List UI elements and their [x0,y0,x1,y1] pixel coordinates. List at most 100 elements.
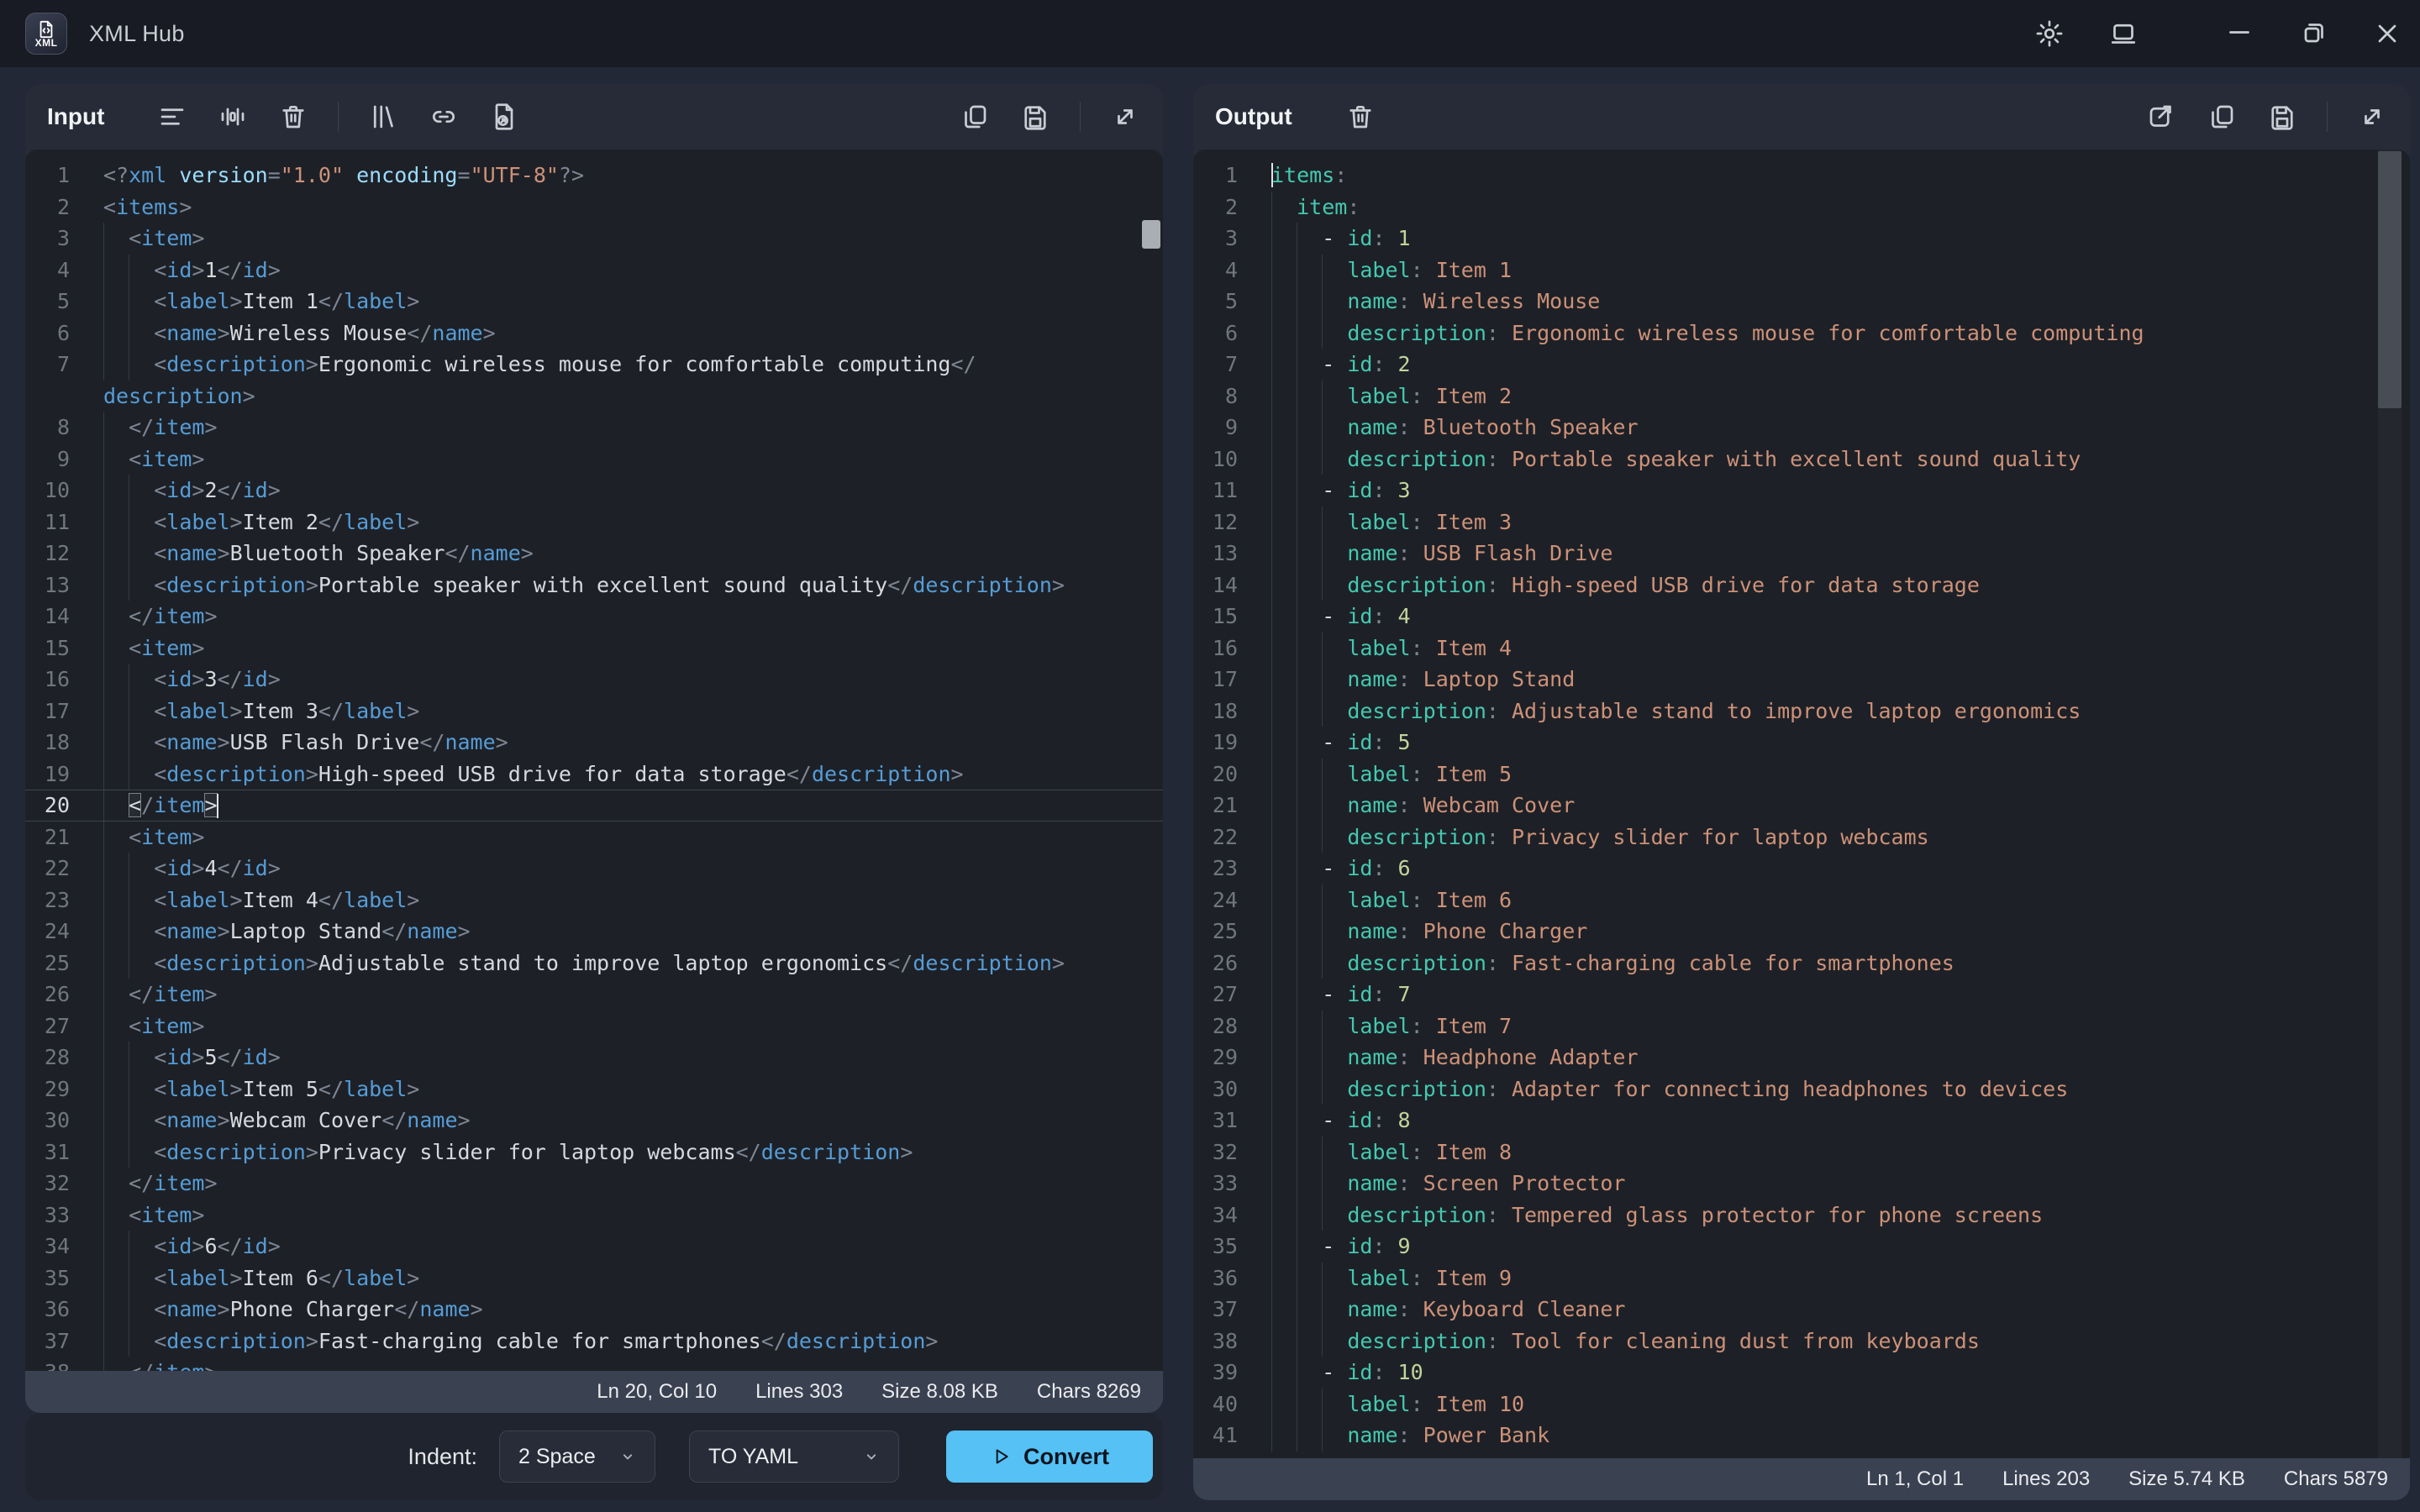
clear-output-button[interactable] [1344,101,1376,133]
format-button[interactable] [156,101,188,133]
target-format-select[interactable]: TO YAML [689,1431,899,1483]
code-line[interactable]: 9 name: Bluetooth Speaker [1193,412,2410,444]
code-line[interactable]: 12 label: Item 3 [1193,507,2410,538]
code-line[interactable]: 35 - id: 9 [1193,1231,2410,1263]
code-line[interactable]: 13 <description>Portable speaker with ex… [25,570,1163,601]
copy-input-button[interactable] [959,101,991,133]
maximize-button[interactable] [2297,18,2329,50]
code-line[interactable]: 17 name: Laptop Stand [1193,664,2410,696]
code-line[interactable]: 19 - id: 5 [1193,727,2410,759]
expand-output-button[interactable] [2356,101,2388,133]
code-line[interactable]: 16 label: Item 4 [1193,633,2410,664]
code-line[interactable]: 37 name: Keyboard Cleaner [1193,1294,2410,1326]
minify-button[interactable] [217,101,249,133]
code-line[interactable]: 1items: [1193,160,2410,192]
share-output-button[interactable] [2145,101,2177,133]
code-line[interactable]: 6 <name>Wireless Mouse</name> [25,318,1163,349]
code-line[interactable]: 15 <item> [25,633,1163,664]
code-line[interactable]: 32 label: Item 8 [1193,1137,2410,1168]
code-line[interactable]: 41 name: Power Bank [1193,1420,2410,1452]
code-line[interactable]: 33 <item> [25,1200,1163,1231]
code-line[interactable]: 23 <label>Item 4</label> [25,885,1163,916]
code-line[interactable]: 4 <id>1</id> [25,255,1163,286]
code-line[interactable]: 8 </item> [25,412,1163,444]
close-button[interactable] [2371,18,2403,50]
code-line[interactable]: 30 <name>Webcam Cover</name> [25,1105,1163,1137]
code-line[interactable]: 36 label: Item 9 [1193,1263,2410,1294]
code-line[interactable]: 22 <id>4</id> [25,853,1163,885]
code-line[interactable]: 25 <description>Adjustable stand to impr… [25,948,1163,979]
code-line[interactable]: 18 description: Adjustable stand to impr… [1193,696,2410,727]
code-line[interactable]: 20 label: Item 5 [1193,759,2410,790]
code-line[interactable]: 4 label: Item 1 [1193,255,2410,286]
code-line[interactable]: 20 </item> [25,790,1163,822]
code-line[interactable]: 24 <name>Laptop Stand</name> [25,916,1163,948]
code-line[interactable]: 38 description: Tool for cleaning dust f… [1193,1326,2410,1357]
code-line[interactable]: 14 </item> [25,601,1163,633]
code-line[interactable]: 37 <description>Fast-charging cable for … [25,1326,1163,1357]
code-line[interactable]: 39 - id: 10 [1193,1357,2410,1389]
display-mode-button[interactable] [2107,18,2139,50]
code-line[interactable]: 6 description: Ergonomic wireless mouse … [1193,318,2410,349]
code-line[interactable]: 29 <label>Item 5</label> [25,1074,1163,1105]
convert-button[interactable]: Convert [946,1431,1153,1483]
code-line[interactable]: 14 description: High-speed USB drive for… [1193,570,2410,601]
code-line[interactable]: 11 <label>Item 2</label> [25,507,1163,538]
code-line[interactable]: 7 <description>Ergonomic wireless mouse … [25,349,1163,381]
code-line[interactable]: 10 description: Portable speaker with ex… [1193,444,2410,475]
code-line[interactable]: 11 - id: 3 [1193,475,2410,507]
save-output-button[interactable] [2266,101,2298,133]
code-line[interactable]: 12 <name>Bluetooth Speaker</name> [25,538,1163,570]
code-line[interactable]: 34 <id>6</id> [25,1231,1163,1263]
clear-input-button[interactable] [277,101,309,133]
code-line[interactable]: 3 <item> [25,223,1163,255]
code-line[interactable]: 5 <label>Item 1</label> [25,286,1163,318]
code-line[interactable]: 30 description: Adapter for connecting h… [1193,1074,2410,1105]
code-line[interactable]: 10 <id>2</id> [25,475,1163,507]
minimize-button[interactable] [2223,18,2255,50]
code-line[interactable]: 26 description: Fast-charging cable for … [1193,948,2410,979]
code-line[interactable]: 28 <id>5</id> [25,1042,1163,1074]
save-input-button[interactable] [1019,101,1051,133]
code-line[interactable]: 34 description: Tempered glass protector… [1193,1200,2410,1231]
code-line[interactable]: 36 <name>Phone Charger</name> [25,1294,1163,1326]
code-line[interactable]: description> [25,381,1163,412]
copy-output-button[interactable] [2206,101,2238,133]
code-line[interactable]: 32 </item> [25,1168,1163,1200]
code-line[interactable]: 2<items> [25,192,1163,223]
code-line[interactable]: 17 <label>Item 3</label> [25,696,1163,727]
settings-button[interactable] [2033,18,2065,50]
code-line[interactable]: 25 name: Phone Charger [1193,916,2410,948]
code-line[interactable]: 22 description: Privacy slider for lapto… [1193,822,2410,853]
code-line[interactable]: 5 name: Wireless Mouse [1193,286,2410,318]
code-line[interactable]: 27 - id: 7 [1193,979,2410,1011]
code-line[interactable]: 33 name: Screen Protector [1193,1168,2410,1200]
code-line[interactable]: 26 </item> [25,979,1163,1011]
input-code-editor[interactable]: 1<?xml version="1.0" encoding="UTF-8"?>2… [25,150,1163,1371]
indent-select[interactable]: 2 Space [499,1431,655,1483]
code-line[interactable]: 7 - id: 2 [1193,349,2410,381]
code-line[interactable]: 38 </item> [25,1357,1163,1371]
code-line[interactable]: 1<?xml version="1.0" encoding="UTF-8"?> [25,160,1163,192]
code-line[interactable]: 21 <item> [25,822,1163,853]
expand-input-button[interactable] [1109,101,1141,133]
code-line[interactable]: 31 - id: 8 [1193,1105,2410,1137]
code-line[interactable]: 40 label: Item 10 [1193,1389,2410,1420]
load-file-button[interactable] [488,101,520,133]
code-line[interactable]: 24 label: Item 6 [1193,885,2410,916]
code-line[interactable]: 8 label: Item 2 [1193,381,2410,412]
output-code-editor[interactable]: 1items:2 item:3 - id: 14 label: Item 15 … [1193,150,2410,1458]
code-line[interactable]: 31 <description>Privacy slider for lapto… [25,1137,1163,1168]
code-line[interactable]: 29 name: Headphone Adapter [1193,1042,2410,1074]
code-line[interactable]: 21 name: Webcam Cover [1193,790,2410,822]
code-line[interactable]: 9 <item> [25,444,1163,475]
code-line[interactable]: 35 <label>Item 6</label> [25,1263,1163,1294]
link-button[interactable] [428,101,460,133]
code-line[interactable]: 15 - id: 4 [1193,601,2410,633]
code-line[interactable]: 2 item: [1193,192,2410,223]
code-line[interactable]: 27 <item> [25,1011,1163,1042]
code-line[interactable]: 3 - id: 1 [1193,223,2410,255]
code-line[interactable]: 18 <name>USB Flash Drive</name> [25,727,1163,759]
code-line[interactable]: 23 - id: 6 [1193,853,2410,885]
code-line[interactable]: 28 label: Item 7 [1193,1011,2410,1042]
